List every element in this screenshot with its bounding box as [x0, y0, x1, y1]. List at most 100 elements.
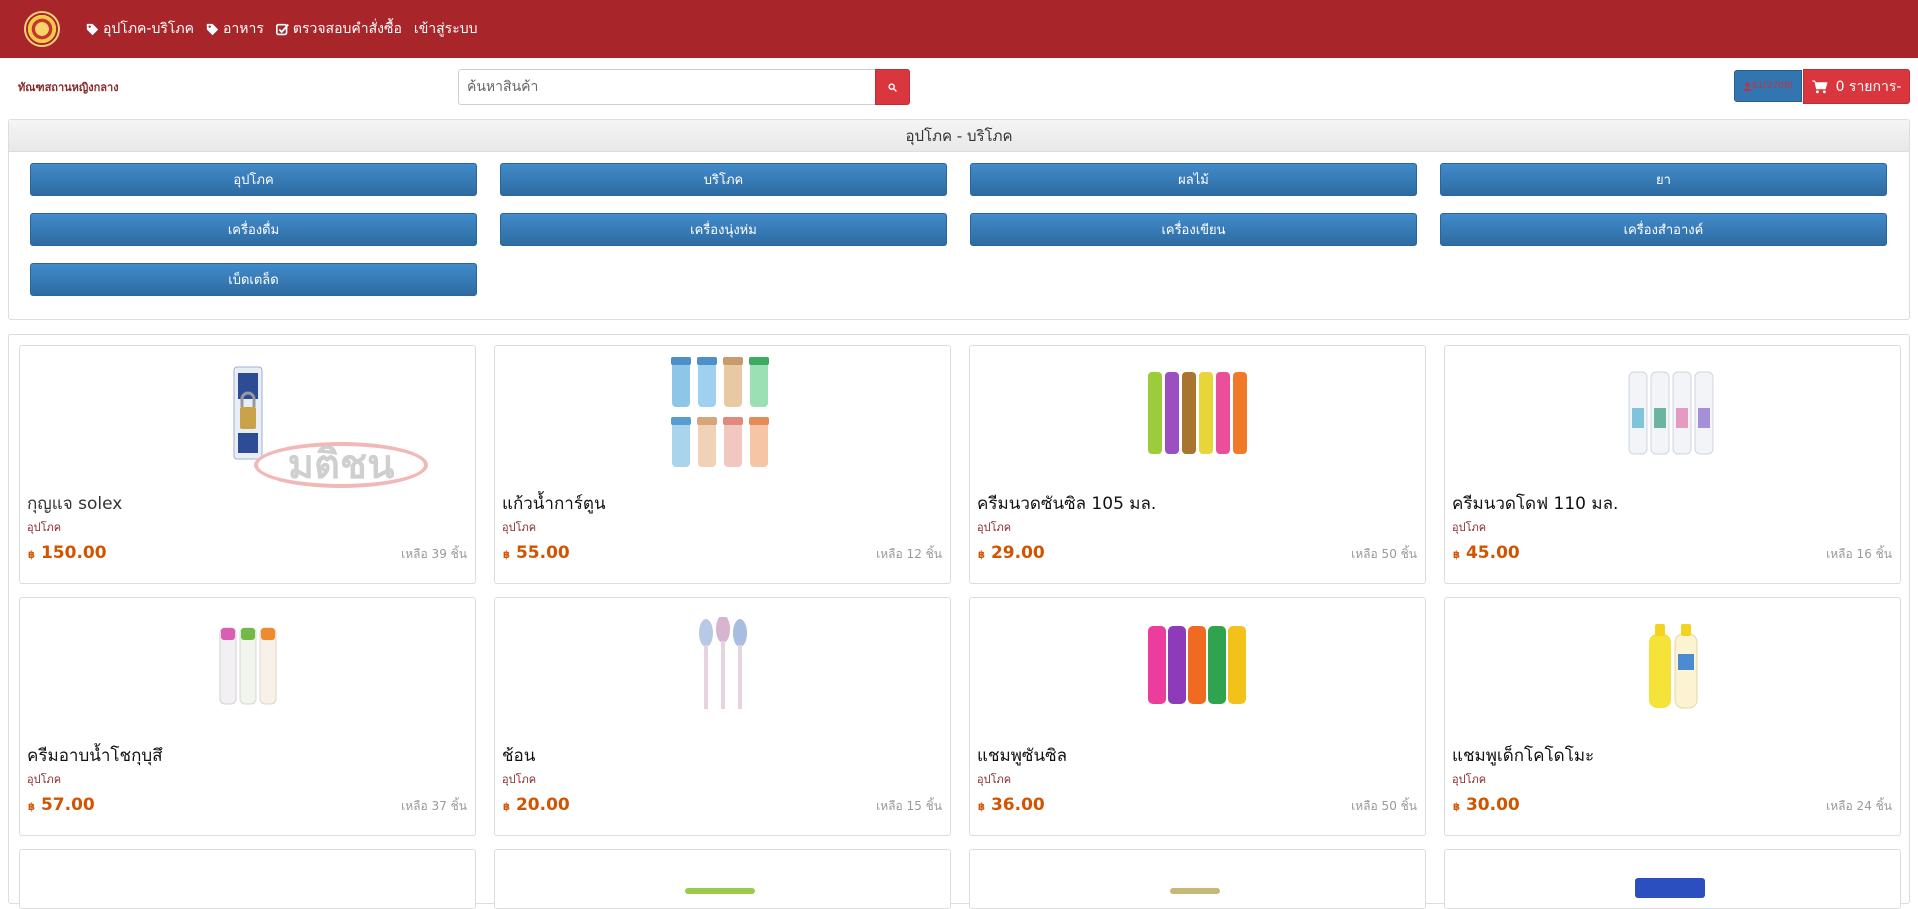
category-button-misc[interactable]: เบ็ดเตล็ด: [30, 263, 477, 296]
currency-symbol: ฿: [1453, 550, 1460, 561]
currency-symbol: ฿: [1453, 802, 1460, 813]
product-card[interactable]: [1444, 849, 1901, 909]
category-button-medicine[interactable]: ยา: [1440, 163, 1887, 196]
product-category: อุปโภค: [27, 521, 62, 534]
product-price: ฿ 36.00: [978, 795, 1045, 815]
product-price: ฿ 57.00: [28, 795, 95, 815]
product-card[interactable]: [19, 849, 476, 909]
product-price: ฿ 20.00: [503, 795, 570, 815]
product-card[interactable]: ครีมอาบน้ำโชกุบุสึ อุปโภค ฿ 57.00 เหลือ 3…: [19, 597, 476, 836]
product-name: ครีมนวดซันซิล 105 มล.: [977, 494, 1157, 514]
main-nav: อุปโภค-บริโภค อาหาร ตรวจสอบคำสั่งซื้อ เข…: [86, 18, 490, 40]
category-button-drinks[interactable]: เครื่องดื่ม: [30, 213, 477, 246]
category-button-cosmetics[interactable]: เครื่องสำอางค์: [1440, 213, 1887, 246]
product-stock: เหลือ 39 ชิ้น: [401, 547, 467, 561]
product-card[interactable]: [969, 849, 1426, 909]
price-value: 55.00: [515, 543, 570, 563]
product-image: [1445, 354, 1900, 472]
checkbox-icon: [275, 23, 289, 35]
product-category: อุปโภค: [977, 521, 1012, 534]
product-image: [970, 354, 1425, 472]
nav-item-login[interactable]: เข้าสู่ระบบ: [414, 18, 478, 40]
category-grid: อุปโภค บริโภค ผลไม้ ยา เครื่องดื่ม เครื่…: [30, 163, 1899, 296]
product-stock: เหลือ 50 ชิ้น: [1351, 799, 1417, 813]
product-category: อุปโภค: [1452, 521, 1487, 534]
currency-symbol: ฿: [28, 550, 35, 561]
category-panel-title: อุปโภค - บริโภค: [9, 120, 1909, 152]
currency-symbol: ฿: [978, 550, 985, 561]
price-value: 20.00: [515, 795, 570, 815]
product-stock: เหลือ 24 ชิ้น: [1826, 799, 1892, 813]
site-logo[interactable]: [24, 11, 60, 47]
currency-symbol: ฿: [503, 550, 510, 561]
product-image: [1445, 606, 1900, 724]
category-button-consumable[interactable]: บริโภค: [500, 163, 947, 196]
product-grid: มติชน กุญแจ solex อุปโภค ฿ 150.00 เหลือ 3…: [19, 345, 1901, 909]
tag-icon: [86, 23, 99, 35]
tag-icon: [206, 23, 219, 35]
search-icon: [888, 82, 897, 92]
product-name: แก้วน้ำการ์ตูน: [502, 494, 606, 514]
product-stock: เหลือ 50 ชิ้น: [1351, 547, 1417, 561]
price-value: 45.00: [1465, 543, 1520, 563]
product-name: แชมพูเด็กโคโดโมะ: [1452, 746, 1595, 766]
member-button[interactable]: 81(2708): [1734, 70, 1802, 102]
product-category: อุปโภค: [502, 521, 537, 534]
watermark-logo: มติชน: [254, 442, 428, 488]
nav-item-consumer[interactable]: อุปโภค-บริโภค: [86, 18, 194, 40]
product-image: [20, 606, 475, 724]
product-category: อุปโภค: [502, 773, 537, 786]
category-button-fruit[interactable]: ผลไม้: [970, 163, 1417, 196]
product-price: ฿ 150.00: [28, 543, 107, 563]
product-card[interactable]: แก้วน้ำการ์ตูน อุปโภค ฿ 55.00 เหลือ 12 ชิ…: [494, 345, 951, 584]
product-category: อุปโภค: [977, 773, 1012, 786]
product-card[interactable]: แชมพูซันซิล อุปโภค ฿ 36.00 เหลือ 50 ชิ้น: [969, 597, 1426, 836]
price-value: 36.00: [990, 795, 1045, 815]
nav-item-food[interactable]: อาหาร: [206, 18, 264, 40]
watermark-text: มติชน: [287, 442, 395, 488]
product-name: ช้อน: [502, 746, 536, 766]
currency-symbol: ฿: [978, 802, 985, 813]
product-category: อุปโภค: [1452, 773, 1487, 786]
product-price: ฿ 45.00: [1453, 543, 1520, 563]
product-price: ฿ 55.00: [503, 543, 570, 563]
category-button-clothing[interactable]: เครื่องนุ่งห่ม: [500, 213, 947, 246]
category-button-stationery[interactable]: เครื่องเขียน: [970, 213, 1417, 246]
product-card[interactable]: ครีมนวดโดฟ 110 มล. อุปโภค ฿ 45.00 เหลือ 1…: [1444, 345, 1901, 584]
product-image: [495, 354, 950, 472]
product-card[interactable]: ครีมนวดซันซิล 105 มล. อุปโภค ฿ 29.00 เหลื…: [969, 345, 1426, 584]
product-name: ครีมอาบน้ำโชกุบุสึ: [27, 746, 163, 766]
category-panel: อุปโภค - บริโภค อุปโภค บริโภค ผลไม้ ยา เ…: [8, 119, 1910, 320]
product-card[interactable]: ช้อน อุปโภค ฿ 20.00 เหลือ 15 ชิ้น: [494, 597, 951, 836]
product-card[interactable]: มติชน กุญแจ solex อุปโภค ฿ 150.00 เหลือ 3…: [19, 345, 476, 584]
price-value: 57.00: [40, 795, 95, 815]
cart-label: 0 รายการ-: [1835, 78, 1902, 95]
nav-item-label: อาหาร: [222, 21, 264, 37]
product-image: [970, 606, 1425, 724]
currency-symbol: ฿: [503, 802, 510, 813]
product-name: ครีมนวดโดฟ 110 มล.: [1452, 494, 1619, 514]
search-input[interactable]: [458, 69, 875, 105]
product-listing: มติชน กุญแจ solex อุปโภค ฿ 150.00 เหลือ 3…: [8, 334, 1910, 909]
product-stock: เหลือ 37 ชิ้น: [401, 799, 467, 813]
product-stock: เหลือ 15 ชิ้น: [876, 799, 942, 813]
price-value: 30.00: [1465, 795, 1520, 815]
user-icon: [1743, 82, 1752, 91]
nav-item-check-order[interactable]: ตรวจสอบคำสั่งซื้อ: [275, 18, 402, 40]
cart-icon: [1811, 79, 1828, 93]
search-bar: [458, 69, 910, 105]
product-image: [495, 606, 950, 724]
nav-item-label: อุปโภค-บริโภค: [103, 21, 194, 37]
price-value: 29.00: [990, 543, 1045, 563]
shop-name: ทัณฑสถานหญิงกลาง: [18, 81, 119, 94]
product-card[interactable]: [494, 849, 951, 909]
top-navbar: อุปโภค-บริโภค อาหาร ตรวจสอบคำสั่งซื้อ เข…: [0, 0, 1918, 58]
cart-button[interactable]: 0 รายการ-: [1803, 69, 1910, 104]
category-button-consumer[interactable]: อุปโภค: [30, 163, 477, 196]
product-card[interactable]: แชมพูเด็กโคโดโมะ อุปโภค ฿ 30.00 เหลือ 24 …: [1444, 597, 1901, 836]
nav-item-label: ตรวจสอบคำสั่งซื้อ: [292, 21, 402, 37]
product-category: อุปโภค: [27, 773, 62, 786]
product-name: แชมพูซันซิล: [977, 746, 1068, 766]
search-button[interactable]: [875, 69, 910, 105]
product-stock: เหลือ 16 ชิ้น: [1826, 547, 1892, 561]
